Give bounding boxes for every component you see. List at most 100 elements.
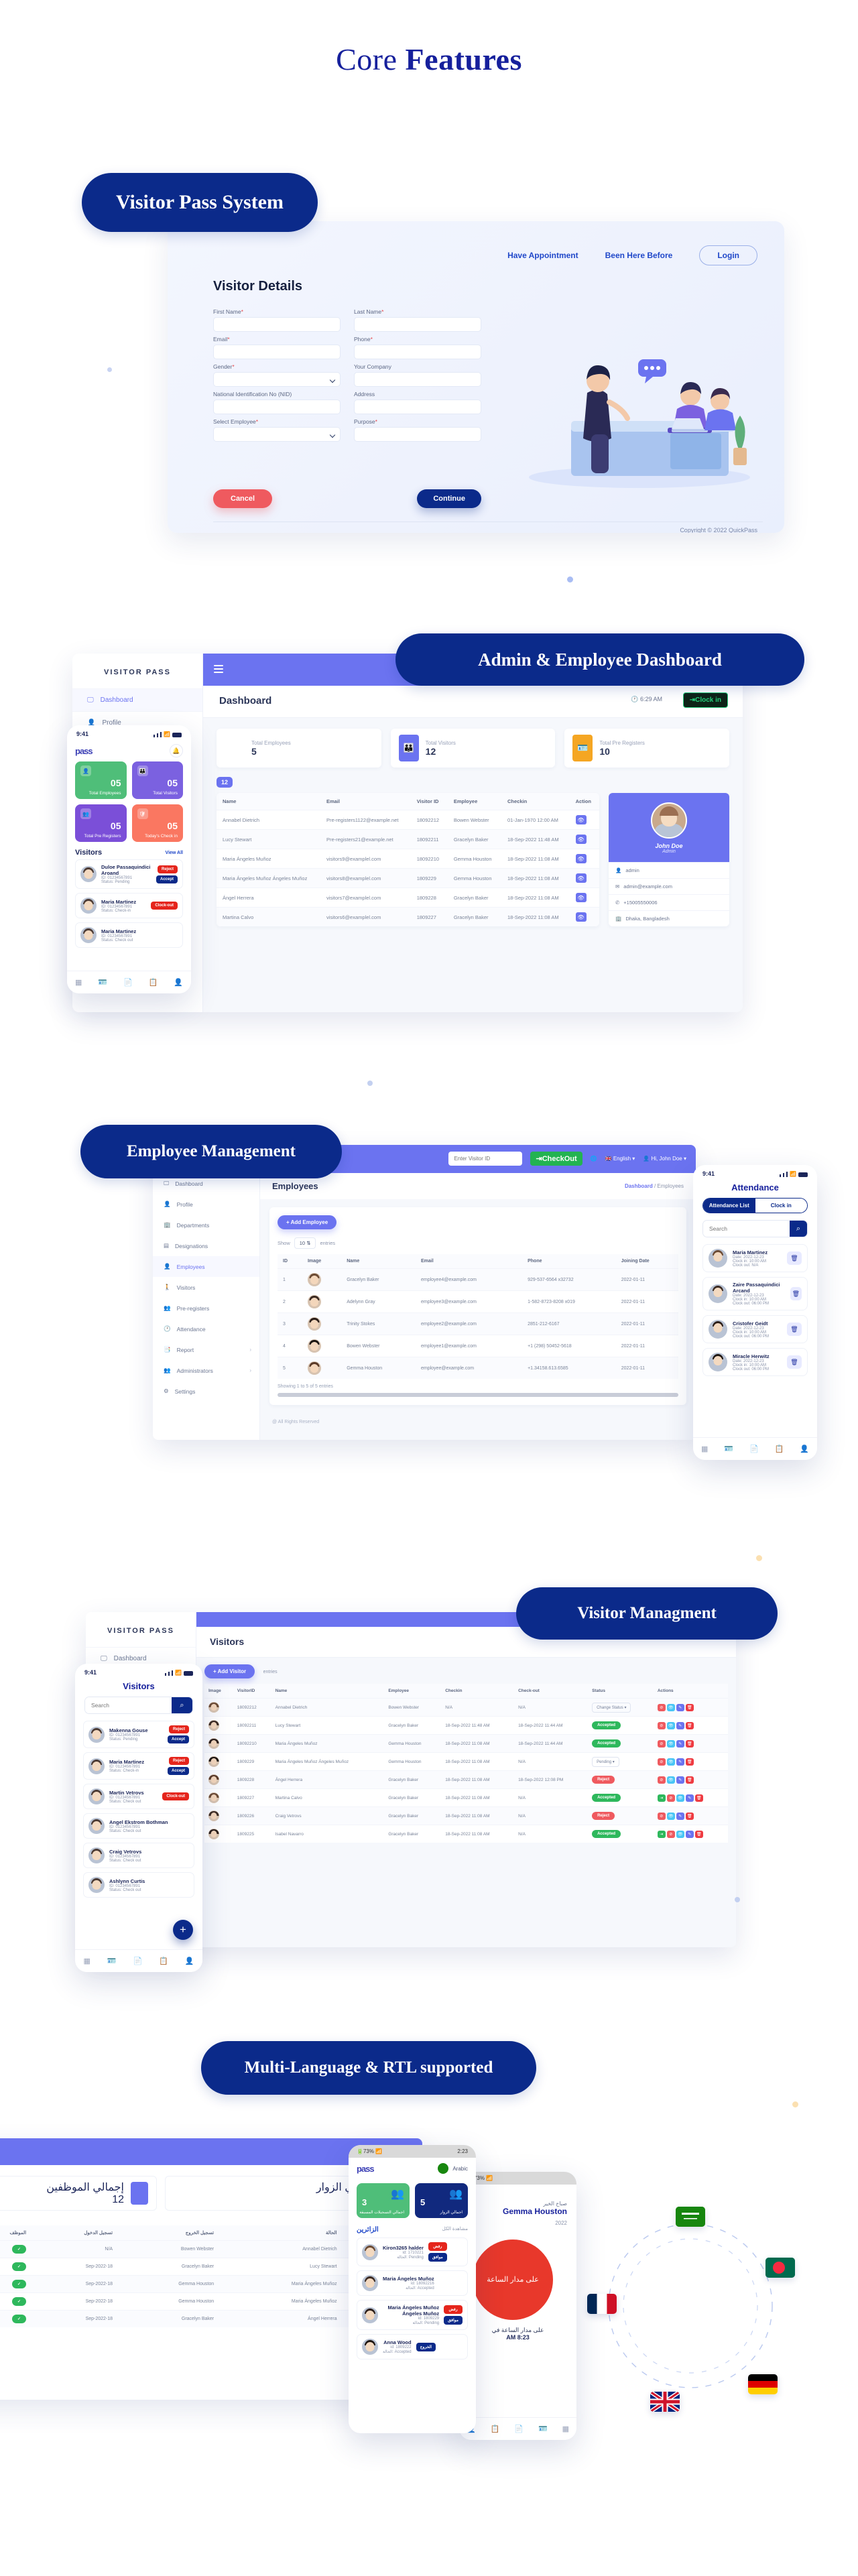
tab-attendance-icon[interactable]: 📋 [775,1445,784,1453]
action-icon-2[interactable]: ✎ [676,1739,684,1747]
field-input[interactable] [354,400,481,414]
action-icon-0[interactable]: ⊘ [657,1776,666,1784]
tab-visitors-icon[interactable]: 🪪 [98,978,107,987]
globe-icon[interactable]: 🌐 [591,1156,597,1162]
tab-profile-icon[interactable]: 👤 [174,978,183,987]
action-reject-button[interactable]: Reject [157,865,178,873]
stat-tile-2[interactable]: 👥 05 Total Pre Registers [75,804,127,842]
action-icon-2[interactable]: ✎ [676,1812,684,1820]
view-all-link[interactable]: View All [166,851,183,855]
visitor-card[interactable]: Ashlynn Curtis ID: 01234567891 Status: Che… [83,1872,194,1898]
action-icon-3[interactable]: 🗑 [685,1812,694,1820]
add-employee-button[interactable]: + Add Employee [278,1215,337,1229]
sidebar-item-employees[interactable]: 👤 Employees [153,1256,259,1277]
sidebar-item-dashboard[interactable]: 🖵 Dashboard [72,688,202,711]
nav-been-here-before[interactable]: Been Here Before [605,251,673,260]
view-icon[interactable]: 👁 [575,873,587,883]
tab-dashboard-icon[interactable]: ▦ [83,1957,90,1965]
hamburger-icon[interactable] [214,665,223,675]
action-icon-0[interactable]: ⊘ [657,1812,666,1820]
tab-clock-in[interactable]: Clock in [755,1199,807,1213]
visitor-card[interactable]: Martin Vetrovs ID: 01234567891 Status: Che… [83,1784,194,1809]
action-icon-1[interactable]: 👁 [676,1794,684,1802]
rtl-action-button[interactable]: موافق [428,2253,447,2262]
action-icon-3[interactable]: 🗑 [685,1703,694,1711]
nav-have-appointment[interactable]: Have Appointment [507,251,578,260]
tab-dashboard-icon[interactable]: ▦ [701,1445,708,1453]
attendance-card[interactable]: Cristofer Geidt Date: 2022-12-23 Clock in:… [702,1315,808,1343]
delete-icon[interactable]: 🗑 [787,1251,802,1265]
action-icon-1[interactable]: 👁 [666,1703,675,1711]
visitor-card[interactable]: Maria Martinez ID: 01234567891 Status: Che… [75,922,183,948]
rtl-visitor-card[interactable]: Anna Wood id: 1809222 Accepted :الحالة الخر… [357,2334,468,2359]
breadcrumb-root[interactable]: Dashboard [625,1183,653,1189]
view-icon[interactable]: 👁 [575,854,587,863]
login-button[interactable]: Login [699,245,757,265]
attendance-card[interactable]: Zaire Passaquindici Arcand Date: 2022-12-… [702,1277,808,1310]
cancel-button[interactable]: Cancel [213,489,273,508]
rtl-action-button[interactable]: موافق [444,2316,463,2325]
rtl-action-button[interactable]: الخروج [416,2342,436,2351]
sidebar-item-settings[interactable]: ⚙ Settings [153,1381,259,1402]
action-icon-0[interactable]: ⊘ [666,1830,675,1838]
action-icon-0[interactable]: ⊘ [657,1758,666,1766]
rtl-action-button[interactable]: رفض [444,2305,463,2314]
stat-tile-0[interactable]: 👤 05 Total Employees [75,761,127,799]
tab-dashboard-icon[interactable]: ▦ [562,2425,569,2433]
sidebar-item-attendance[interactable]: 🕐 Attendance [153,1318,259,1339]
entries-select[interactable]: 10 ⇅ [294,1237,316,1249]
rtl-stat-tile-0[interactable]: 👥 5 اجمالي الزوار [415,2183,468,2218]
rtl-visitor-card[interactable]: Maria Ángeles Muñoz id: 18092216 Accepted … [357,2270,468,2296]
action-icon-3[interactable]: 🗑 [694,1794,703,1802]
view-all-link[interactable]: مشاهدة الكل [442,2226,468,2233]
search-input[interactable] [85,1697,172,1713]
tab-reports-icon[interactable]: 📄 [749,1445,759,1453]
checkout-icon[interactable]: ⇥ [657,1794,666,1802]
tab-reports-icon[interactable]: 📄 [123,978,133,987]
sidebar-item-profile[interactable]: 👤 Profile [153,1194,259,1215]
action-icon-2[interactable]: ✎ [685,1830,694,1838]
tab-dashboard-icon[interactable]: ▦ [75,978,82,987]
action-icon-1[interactable]: 👁 [666,1739,675,1747]
visitor-card[interactable]: Maria Martinez ID: 01234567891 Status: Che… [83,1752,194,1780]
view-icon[interactable]: 👁 [575,815,587,824]
continue-button[interactable]: Continue [417,489,481,508]
rtl-stat-tile-1[interactable]: 👥 3 اجمالي التسجيلات المسبقة [357,2183,410,2218]
field-input[interactable] [354,427,481,442]
action-icon-2[interactable]: ✎ [676,1758,684,1766]
tab-attendance-icon[interactable]: 📋 [149,978,158,987]
field-input[interactable] [354,345,481,359]
tab-reports-icon[interactable]: 📄 [514,2425,524,2433]
action-icon-1[interactable]: 👁 [666,1812,675,1820]
view-icon[interactable]: 👁 [575,893,587,902]
tab-visitors-icon[interactable]: 🪪 [107,1957,117,1965]
action-clock-out-button[interactable]: Clock-out [151,902,178,910]
horizontal-scrollbar[interactable] [278,1393,678,1397]
action-icon-2[interactable]: ✎ [676,1776,684,1784]
delete-icon[interactable]: 🗑 [787,1323,802,1336]
action-icon-1[interactable]: 👁 [666,1721,675,1729]
delete-icon[interactable]: 🗑 [790,1287,802,1300]
add-visitor-fab[interactable]: + [173,1920,193,1940]
tab-attendance-icon[interactable]: 📋 [491,2425,500,2433]
action-icon-2[interactable]: ✎ [676,1703,684,1711]
action-icon-3[interactable]: 🗑 [685,1776,694,1784]
language-indicator[interactable]: Arabic [438,2163,468,2174]
action-icon-3[interactable]: 🗑 [694,1830,703,1838]
action-icon-0[interactable]: ⊘ [657,1703,666,1711]
search-input[interactable] [703,1221,790,1237]
field-input[interactable] [354,372,481,387]
attendance-card[interactable]: Maria Martinez Date: 2022-12-23 Clock in: … [702,1244,808,1272]
visitor-card[interactable]: Maria Martinez ID: 01234567891 Status: Che… [75,893,183,918]
action-icon-3[interactable]: 🗑 [685,1721,694,1729]
rtl-action-button[interactable]: رفض [428,2242,447,2251]
field-input[interactable] [213,345,341,359]
action-icon-1[interactable]: 👁 [666,1758,675,1766]
clock-in-button[interactable]: ⇥Clock in [682,692,728,708]
status-dropdown[interactable]: Pending ▾ [592,1756,619,1767]
sidebar-item-administrators[interactable]: 👥 Administrators › [153,1360,259,1381]
visitor-card[interactable]: Duloe Passaquindici Aroand ID: 0123456789… [75,859,183,889]
checkout-icon[interactable]: ⇥ [657,1830,666,1838]
view-icon[interactable]: 👁 [575,912,587,922]
stat-tile-1[interactable]: 👪 05 Total Visitors [131,761,183,799]
